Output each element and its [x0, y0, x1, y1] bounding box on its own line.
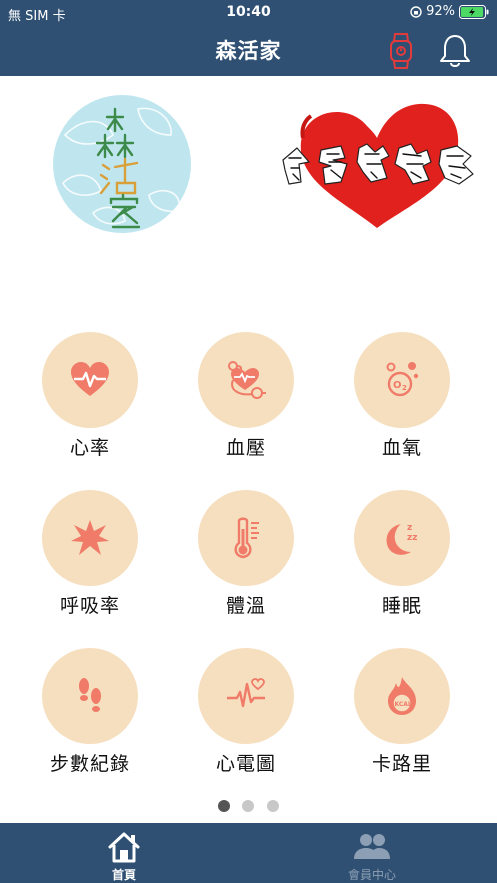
battery-percent: 92%: [426, 4, 455, 19]
page-dot-3[interactable]: [267, 800, 279, 812]
page-dot-2[interactable]: [242, 800, 254, 812]
tile-steps-circle[interactable]: [42, 648, 138, 744]
tile-ecg[interactable]: 心電圖: [186, 648, 306, 778]
members-icon: [354, 834, 390, 859]
tile-heart-rate[interactable]: 心率: [30, 332, 150, 462]
sleep-moon-icon: z zz: [386, 523, 417, 555]
status-right: 92%: [410, 4, 489, 19]
tile-respiration[interactable]: 呼吸率: [30, 490, 150, 620]
home-icon: [108, 832, 140, 863]
blood-pressure-icon: [228, 361, 266, 399]
page-title: 森活家: [215, 39, 282, 63]
rotation-lock-icon: [410, 5, 422, 18]
tile-blood-pressure-circle[interactable]: [198, 332, 294, 428]
oxygen-icon: O 2: [386, 362, 419, 397]
thermometer-icon: [234, 517, 259, 559]
tab-bar: 首頁 會員中心: [0, 823, 497, 883]
tile-temperature-circle[interactable]: [198, 490, 294, 586]
tile-blood-pressure-label: 血壓: [225, 437, 266, 459]
tile-blood-pressure[interactable]: 血壓: [186, 332, 306, 462]
senhuojia-logo: [53, 95, 191, 233]
tile-heart-rate-circle[interactable]: [42, 332, 138, 428]
svg-text:z: z: [407, 523, 412, 533]
svg-text:zz: zz: [407, 533, 417, 543]
tile-steps[interactable]: 步數紀錄: [30, 648, 150, 778]
tile-respiration-label: 呼吸率: [59, 595, 120, 617]
nav-bar: 森活家: [0, 26, 497, 76]
calorie-flame-icon: KCAL: [388, 677, 416, 715]
footsteps-icon: [79, 678, 101, 712]
page-dot-1[interactable]: [218, 800, 230, 812]
tile-blood-oxygen-label: 血氧: [381, 437, 422, 459]
tile-calories-circle[interactable]: KCAL: [354, 648, 450, 744]
food-oxygen-love-logo: [275, 98, 480, 233]
tile-heart-rate-label: 心率: [69, 437, 110, 459]
tile-respiration-circle[interactable]: [42, 490, 138, 586]
svg-text:O: O: [393, 380, 402, 391]
tab-home-label: 首頁: [111, 868, 136, 882]
notification-bell-icon[interactable]: [436, 32, 474, 70]
tile-calories[interactable]: KCAL 卡路里: [342, 648, 462, 778]
status-bar: 無 SIM 卡 10:40 92%: [0, 0, 497, 26]
tile-sleep-circle[interactable]: z zz: [354, 490, 450, 586]
ecg-icon: [227, 678, 265, 708]
tile-temperature-label: 體溫: [225, 595, 266, 617]
page-indicator: [0, 800, 497, 812]
tile-blood-oxygen-circle[interactable]: O 2: [354, 332, 450, 428]
battery-icon: [459, 4, 489, 19]
tile-ecg-circle[interactable]: [198, 648, 294, 744]
tile-sleep-label: 睡眠: [381, 595, 422, 617]
smartwatch-icon[interactable]: [386, 32, 416, 70]
tab-members[interactable]: 會員中心: [297, 823, 447, 883]
tile-temperature[interactable]: 體溫: [186, 490, 306, 620]
respiration-icon: [71, 520, 109, 555]
tile-ecg-label: 心電圖: [215, 753, 276, 775]
tile-calories-label: 卡路里: [371, 753, 432, 775]
tab-home[interactable]: 首頁: [49, 823, 199, 883]
svg-text:2: 2: [402, 384, 407, 392]
svg-text:KCAL: KCAL: [395, 701, 412, 708]
tile-blood-oxygen[interactable]: O 2 血氧: [342, 332, 462, 462]
tile-steps-label: 步數紀錄: [49, 753, 130, 775]
tile-sleep[interactable]: z zz 睡眠: [342, 490, 462, 620]
heart-pulse-icon: [71, 362, 109, 396]
tab-members-label: 會員中心: [347, 868, 396, 882]
